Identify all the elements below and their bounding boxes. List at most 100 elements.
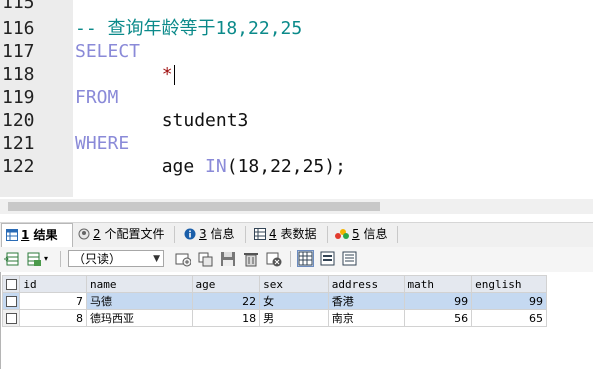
column-header-address[interactable]: address	[327, 275, 405, 293]
cell-name[interactable]: 德玛西亚	[85, 309, 193, 327]
line-number: 122	[2, 156, 35, 177]
column-header-english[interactable]: english	[471, 275, 547, 293]
cell-age[interactable]: 18	[191, 309, 261, 327]
tab-info-2[interactable]: 5 信息	[331, 223, 387, 246]
tab-info-2-num: 5	[352, 227, 360, 241]
cell-age[interactable]: 22	[191, 292, 261, 310]
column-header-math[interactable]: math	[403, 275, 473, 293]
tab-profile[interactable]: 2 个配置文件	[74, 223, 164, 246]
sql-identifier: student3	[75, 110, 249, 131]
line-number: 117	[2, 41, 35, 62]
column-header-sex[interactable]: sex	[259, 275, 329, 293]
cell-id[interactable]: 8	[19, 309, 87, 327]
select-all-checkbox-cell[interactable]	[1, 275, 21, 293]
cell-id[interactable]: 7	[19, 292, 87, 310]
cell-math[interactable]: 99	[403, 292, 473, 310]
code-line[interactable]: FROM	[75, 86, 118, 109]
tab-table-data[interactable]: 4 表数据	[250, 223, 316, 246]
tab-separator	[174, 226, 175, 243]
export-icon[interactable]	[4, 251, 20, 267]
code-line[interactable]: student3	[75, 109, 249, 132]
line-number: 120	[2, 110, 35, 131]
grid-header-row: id name age sex address math english	[1, 275, 547, 293]
tab-info[interactable]: 3 信息	[180, 223, 234, 246]
row-checkbox[interactable]	[5, 296, 17, 307]
readonly-mode-select[interactable]: （只读） ▼	[68, 250, 164, 267]
tab-profile-num: 2	[93, 227, 101, 241]
tab-info-label: 信息	[210, 227, 235, 241]
sql-values: (18,22,25);	[226, 156, 346, 177]
result-grid: id name age sex address math english 7 马…	[1, 275, 547, 327]
grid-view-button[interactable]	[297, 250, 314, 267]
tab-result-num: 1	[21, 228, 30, 242]
tab-separator	[245, 226, 246, 243]
panel-border	[0, 272, 1, 369]
cell-name[interactable]: 马德	[85, 292, 193, 310]
line-number: 118	[2, 64, 35, 85]
scrollbar-thumb[interactable]	[8, 202, 380, 211]
tab-result[interactable]: 1 结果	[1, 223, 73, 247]
table-row[interactable]: 8 德玛西亚 18 男 南京 56 65	[1, 309, 547, 327]
line-number-gutter: 115 116 117 118 119 120 121 122	[0, 0, 73, 197]
delete-icon[interactable]	[243, 251, 259, 267]
add-row-icon[interactable]	[175, 251, 191, 267]
form-view-icon	[320, 251, 335, 266]
save-icon[interactable]	[220, 251, 236, 267]
sql-keyword: FROM	[75, 87, 119, 108]
table-result-icon	[6, 229, 18, 241]
row-checkbox[interactable]	[5, 313, 17, 324]
chevron-down-icon[interactable]: ▾	[44, 254, 48, 263]
form-view-button[interactable]	[319, 250, 336, 267]
cell-english[interactable]: 99	[471, 292, 547, 310]
chevron-down-icon: ▼	[153, 254, 160, 264]
table-row[interactable]: 7 马德 22 女 香港 99 99	[1, 292, 547, 310]
code-line[interactable]: age IN(18,22,25);	[75, 155, 346, 178]
row-checkbox-cell[interactable]	[1, 309, 21, 327]
tab-profile-label: 个配置文件	[104, 227, 165, 241]
column-header-id[interactable]: id	[19, 275, 87, 293]
code-line[interactable]: SELECT	[75, 40, 140, 63]
table-data-icon	[254, 228, 266, 240]
grid-view-icon	[298, 251, 313, 266]
cell-sex[interactable]: 男	[259, 309, 329, 327]
cell-address[interactable]: 香港	[327, 292, 405, 310]
result-tabs: 1 结果 2 个配置文件 3 信息 4 表数据 5 信息	[0, 222, 593, 248]
cell-sex[interactable]: 女	[259, 292, 329, 310]
text-view-icon	[342, 251, 357, 266]
code-line[interactable]: *	[75, 63, 175, 86]
sql-editor[interactable]: 115 116 117 118 119 120 121 122 -- 查询年龄等…	[0, 0, 593, 197]
editor-horizontal-scrollbar[interactable]	[0, 199, 593, 214]
tab-result-label: 结果	[33, 228, 58, 242]
cancel-changes-icon[interactable]	[266, 251, 282, 267]
tab-info-num: 3	[199, 227, 207, 241]
result-toolbar: ▾ （只读） ▼	[0, 247, 593, 272]
duplicate-row-icon[interactable]	[197, 251, 213, 267]
text-view-button[interactable]	[341, 250, 358, 267]
profile-icon	[78, 228, 90, 240]
text-caret	[173, 65, 175, 85]
line-number: 119	[2, 87, 35, 108]
toolbar-separator	[60, 251, 61, 267]
line-number: 115	[2, 0, 35, 13]
sql-star: *	[161, 64, 173, 85]
column-header-name[interactable]: name	[85, 275, 193, 293]
code-line[interactable]: -- 查询年龄等于18,22,25	[75, 17, 302, 40]
cell-address[interactable]: 南京	[327, 309, 405, 327]
tab-info-2-label: 信息	[363, 227, 388, 241]
info-icon	[184, 228, 196, 240]
code-line[interactable]: WHERE	[75, 132, 129, 155]
tab-table-data-label: 表数据	[280, 227, 317, 241]
sql-keyword: SELECT	[75, 41, 141, 62]
line-number: 121	[2, 133, 35, 154]
line-number: 116	[2, 18, 35, 39]
column-header-age[interactable]: age	[191, 275, 261, 293]
cell-english[interactable]: 65	[471, 309, 547, 327]
sql-comment: -- 查询年龄等于18,22,25	[75, 18, 303, 39]
sql-keyword: IN	[205, 156, 227, 177]
tab-table-data-num: 4	[269, 227, 277, 241]
toolbar-separator	[290, 251, 291, 267]
import-icon[interactable]	[26, 251, 42, 267]
select-all-checkbox[interactable]	[5, 279, 17, 290]
cell-math[interactable]: 56	[403, 309, 473, 327]
row-checkbox-cell[interactable]	[1, 292, 21, 310]
